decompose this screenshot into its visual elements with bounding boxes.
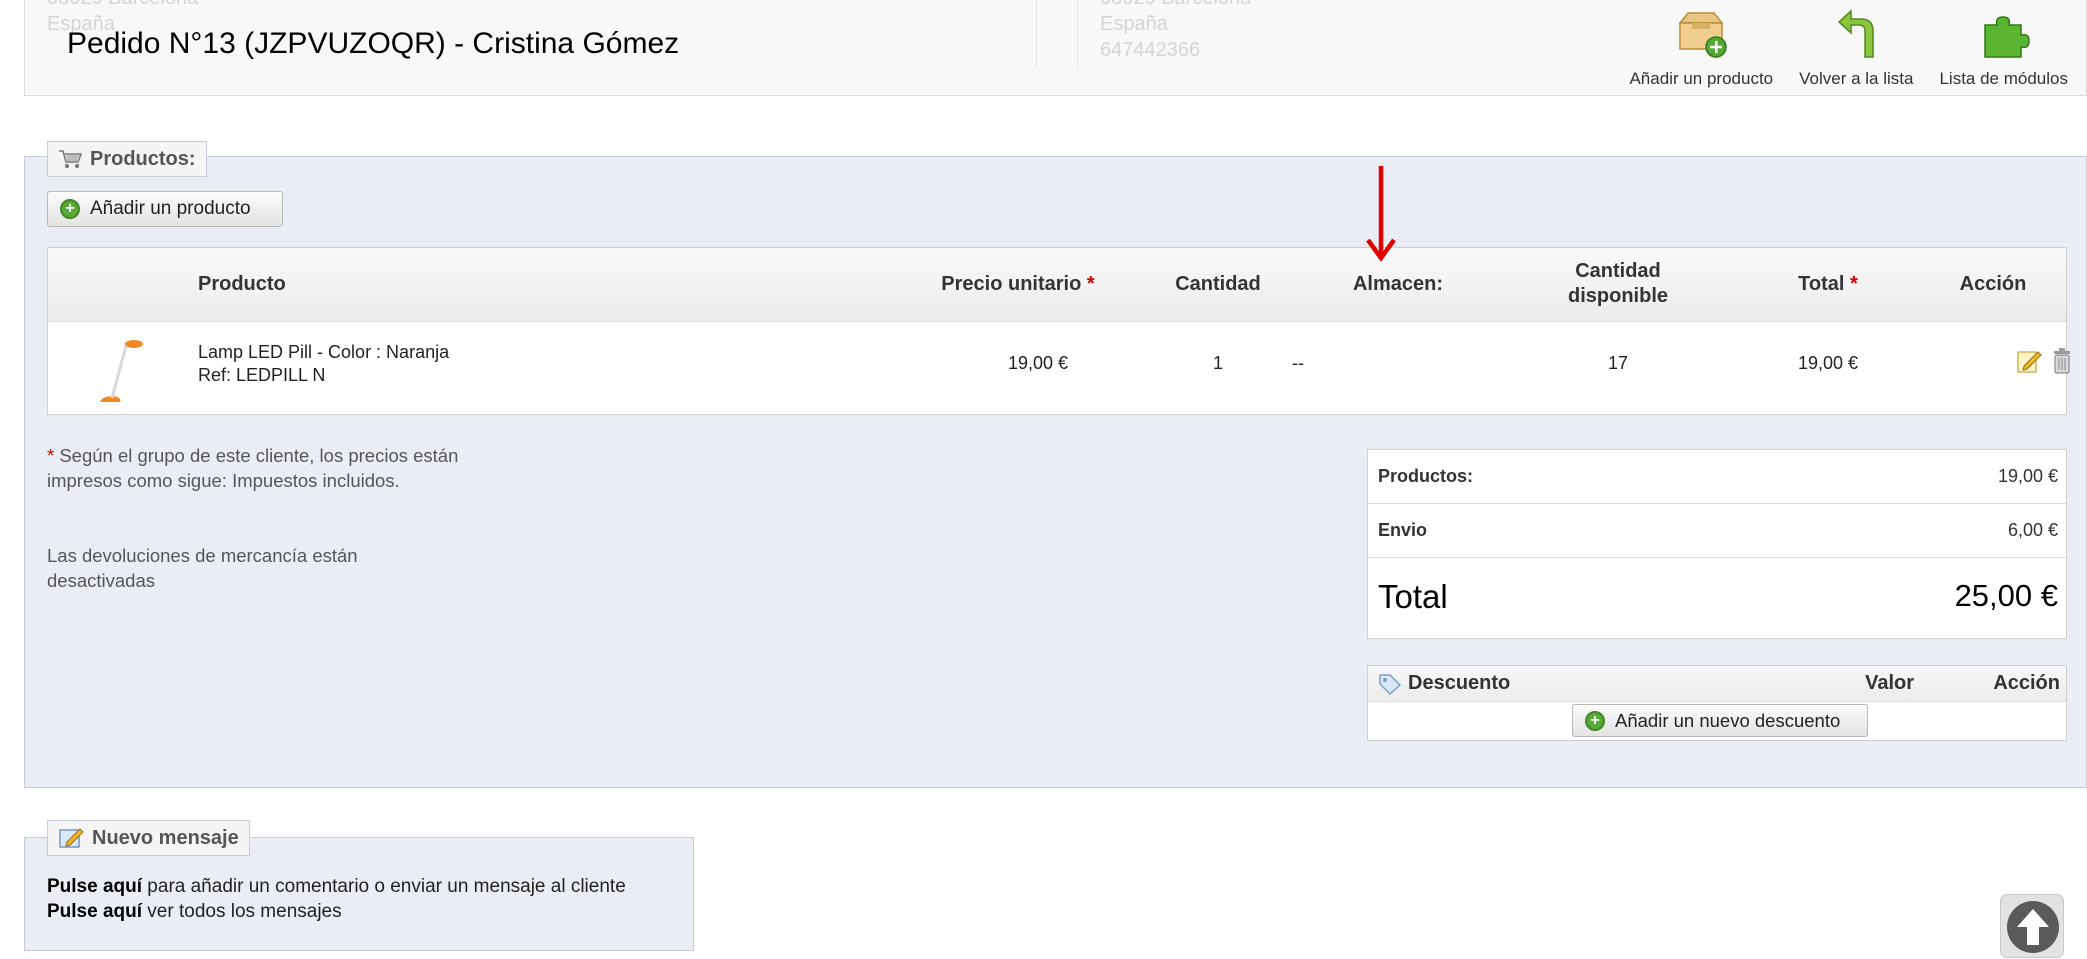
price-note: * Según el grupo de este cliente, los pr… — [47, 443, 467, 493]
products-table-header: Producto Precio unitario * Cantidad Alma… — [48, 248, 2066, 322]
col-total: Total * — [1798, 273, 1858, 295]
col-available: Cantidad disponible — [1568, 260, 1668, 307]
new-message-panel: Nuevo mensaje Pulse aquí para añadir un … — [24, 820, 694, 951]
add-product-label: Añadir un producto — [90, 198, 251, 219]
totals-products-value: 19,00 € — [1997, 466, 2058, 486]
box-add-icon — [1678, 12, 1728, 58]
click-here-text: Pulse aquí — [47, 901, 143, 922]
totals-shipping-value: 6,00 € — [2007, 520, 2058, 540]
totals-total-row: Total 25,00 € — [1368, 558, 2066, 638]
warehouse-value: -- — [1292, 353, 1304, 373]
puzzle-icon — [1983, 16, 2030, 58]
products-panel: Productos: + Añadir un producto Producto… — [24, 141, 2087, 788]
add-product-button[interactable]: + Añadir un producto — [47, 191, 283, 227]
toolbar-module-list-button[interactable]: Lista de módulos — [1939, 9, 2068, 89]
totals-box: Productos: 19,00 € Envio 6,00 € Total 25… — [1367, 449, 2067, 639]
toolbar-back-to-list-button[interactable]: Volver a la lista — [1799, 9, 1913, 89]
tag-icon — [1379, 674, 1402, 695]
available-value: 17 — [1607, 353, 1629, 373]
product-thumbnail — [100, 340, 143, 402]
toolbar-label: Volver a la lista — [1799, 69, 1914, 88]
products-table: Producto Precio unitario * Cantidad Alma… — [47, 247, 2070, 415]
edit-icon[interactable] — [2016, 348, 2042, 374]
order-header: 08029 Barcelona España 08029 Barcelona E… — [24, 0, 2087, 96]
add-discount-button[interactable]: + Añadir un nuevo descuento — [1572, 704, 1868, 737]
note-edit-icon — [59, 828, 84, 848]
toolbar-label: Lista de módulos — [1939, 69, 2068, 88]
back-arrow-icon — [1838, 9, 1875, 58]
products-legend-text: Productos: — [90, 147, 196, 170]
col-quantity: Cantidad — [1175, 273, 1261, 295]
total-value: 19,00 € — [1797, 353, 1859, 373]
discount-table-header: Descuento Valor Acción — [1368, 666, 2066, 702]
unit-price-value: 19,00 € — [1007, 353, 1069, 373]
col-product: Producto — [198, 273, 286, 295]
totals-total-label: Total — [1378, 578, 1448, 615]
note-asterisk: * — [47, 445, 55, 466]
quantity-value: 1 — [1212, 353, 1223, 373]
col-warehouse: Almacen: — [1352, 273, 1444, 295]
totals-total-value: 25,00 € — [1954, 578, 2058, 613]
totals-shipping-row: Envio 6,00 € — [1368, 504, 2066, 558]
totals-products-row: Productos: 19,00 € — [1368, 450, 2066, 504]
plus-icon: + — [1585, 710, 1605, 731]
arrow-up-icon — [2007, 901, 2059, 953]
view-messages-link[interactable]: Pulse aquí ver todos los mensajes — [47, 901, 342, 923]
toolbar: Añadir un producto Volver a la lista Lis… — [1629, 9, 2068, 89]
delete-icon[interactable] — [2052, 348, 2072, 374]
returns-note: Las devoluciones de mercancía están desa… — [47, 545, 358, 591]
totals-shipping-label: Envio — [1378, 520, 1428, 540]
col-value: Valor — [1865, 672, 1914, 694]
ghost-text: 08029 Barcelona — [47, 0, 1036, 11]
new-message-legend: Nuevo mensaje — [47, 820, 250, 856]
toolbar-add-product-button[interactable]: Añadir un producto — [1629, 9, 1773, 89]
new-message-legend-text: Nuevo mensaje — [92, 826, 239, 849]
red-arrow-annotation — [1366, 166, 1396, 262]
products-legend: Productos: — [47, 141, 207, 177]
totals-products-label: Productos: — [1378, 466, 1474, 486]
add-comment-link[interactable]: Pulse aquí para añadir un comentario o e… — [47, 876, 626, 898]
click-here-text: Pulse aquí — [47, 876, 143, 897]
discount-table: Descuento Valor Acción + Añadir un nuevo… — [1367, 665, 2067, 741]
product-name[interactable]: Lamp LED Pill - Color : Naranja — [198, 342, 449, 363]
price-note-text: Según el grupo de este cliente, los prec… — [47, 445, 459, 491]
col-discount-action: Acción — [1993, 672, 2060, 694]
plus-icon: + — [60, 199, 80, 219]
cart-icon — [59, 150, 82, 168]
col-action: Acción — [1959, 273, 2027, 295]
product-ref: Ref: LEDPILL N — [198, 365, 326, 385]
toolbar-label: Añadir un producto — [1629, 69, 1774, 88]
col-unit-price: Precio unitario * — [941, 273, 1095, 295]
scroll-to-top-button[interactable] — [2000, 894, 2064, 958]
add-comment-text: para añadir un comentario o enviar un me… — [142, 876, 626, 897]
view-messages-text: ver todos los mensajes — [142, 901, 342, 922]
add-discount-label: Añadir un nuevo descuento — [1615, 709, 1841, 731]
col-discount: Descuento — [1408, 672, 1511, 694]
page-title: Pedido N°13 (JZPVUZOQR) - Cristina Gómez — [67, 27, 680, 60]
